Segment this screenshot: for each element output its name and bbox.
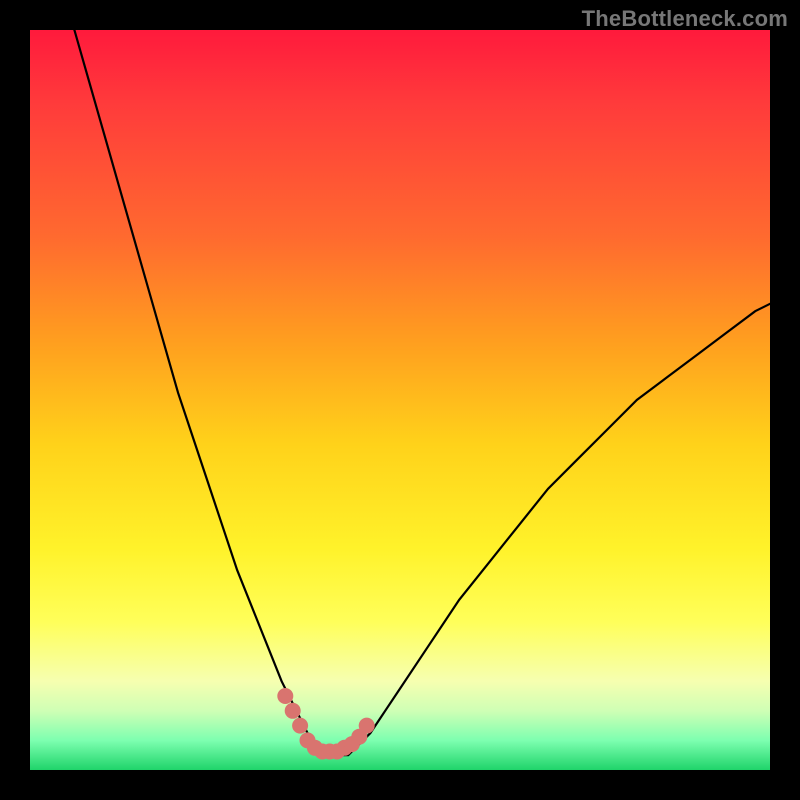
chart-frame: TheBottleneck.com [0,0,800,800]
trough-marker [285,703,301,719]
watermark-text: TheBottleneck.com [582,6,788,32]
plot-area [30,30,770,770]
bottleneck-curve-svg [30,30,770,770]
trough-marker [292,718,308,734]
trough-marker [277,688,293,704]
trough-marker [359,718,375,734]
bottleneck-curve [74,30,770,755]
trough-marker-group [277,688,374,760]
